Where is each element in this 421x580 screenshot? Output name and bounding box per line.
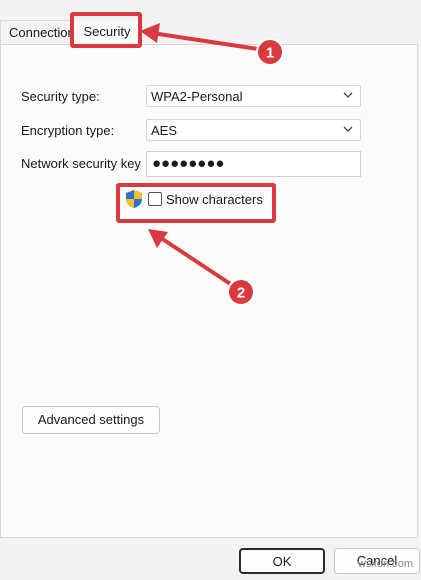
chevron-down-icon bbox=[343, 126, 353, 132]
highlight-show-characters bbox=[116, 183, 276, 223]
security-type-select[interactable]: WPA2-Personal bbox=[146, 85, 361, 107]
tab-connection[interactable]: Connection bbox=[0, 20, 75, 44]
network-key-value: ●●●●●●●● bbox=[152, 155, 225, 172]
security-type-label: Security type: bbox=[21, 89, 100, 104]
encryption-type-value: AES bbox=[151, 123, 178, 138]
highlight-security-tab bbox=[70, 12, 142, 48]
security-type-value: WPA2-Personal bbox=[151, 89, 243, 104]
advanced-settings-button[interactable]: Advanced settings bbox=[22, 406, 160, 434]
ok-button[interactable]: OK bbox=[239, 548, 325, 574]
network-key-label: Network security key bbox=[21, 156, 141, 171]
title-bar-edge bbox=[0, 0, 421, 12]
chevron-down-icon bbox=[343, 92, 353, 98]
encryption-type-select[interactable]: AES bbox=[146, 119, 361, 141]
encryption-type-label: Encryption type: bbox=[21, 123, 115, 138]
watermark: wsxdn.com bbox=[357, 558, 413, 570]
network-key-input[interactable]: ●●●●●●●● bbox=[146, 151, 361, 177]
